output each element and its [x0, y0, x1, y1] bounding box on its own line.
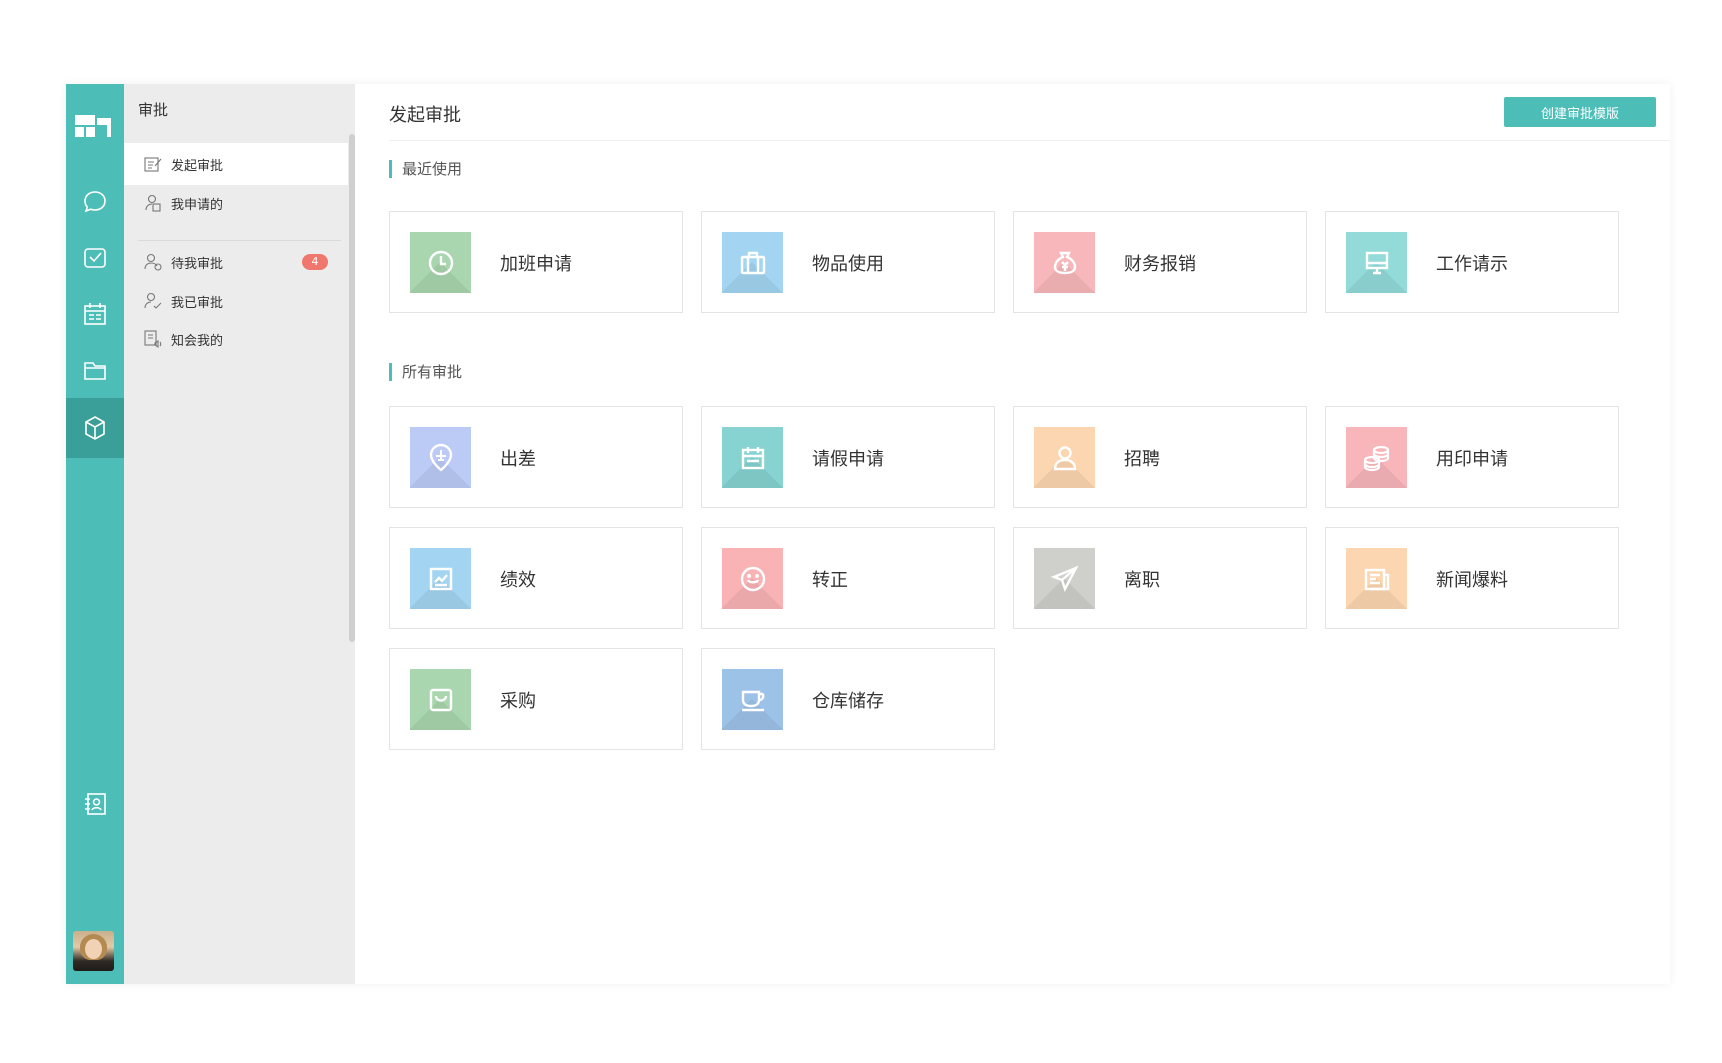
sidebar-item-pending[interactable]: 待我审批 4 — [124, 241, 348, 283]
icon-rail — [66, 84, 124, 984]
card-label: 工作请示 — [1436, 254, 1508, 275]
cup-icon — [722, 669, 783, 730]
create-template-button[interactable]: 创建审批模版 — [1504, 97, 1656, 127]
rail-files[interactable] — [66, 340, 124, 400]
edit-form-icon — [144, 157, 162, 172]
header-divider — [389, 140, 1670, 141]
sidebar-title: 审批 — [138, 101, 169, 119]
card-label: 采购 — [500, 691, 536, 712]
card-label: 离职 — [1124, 570, 1160, 591]
clock-icon — [410, 232, 471, 293]
card-label: 用印申请 — [1436, 449, 1508, 470]
paper-plane-icon — [1034, 548, 1095, 609]
calendar-icon — [84, 303, 106, 325]
section-recent-label: 最近使用 — [389, 160, 462, 178]
all-card-resign[interactable]: 离职 — [1013, 527, 1307, 629]
user-check-icon — [144, 292, 162, 309]
page-title: 发起审批 — [389, 105, 461, 126]
sidebar-item-label: 发起审批 — [171, 158, 224, 174]
section-all-label: 所有审批 — [389, 363, 462, 381]
card-label: 仓库储存 — [812, 691, 884, 712]
recent-card-work-request[interactable]: 工作请示 — [1325, 211, 1619, 313]
recent-card-reimburse[interactable]: 财务报销 — [1013, 211, 1307, 313]
card-label: 招聘 — [1124, 449, 1160, 470]
user-doc-icon — [145, 194, 161, 212]
all-card-leave[interactable]: 请假申请 — [701, 406, 995, 508]
sidebar-item-label: 我已审批 — [171, 295, 224, 311]
newspaper-icon — [1346, 548, 1407, 609]
sidebar-item-label: 知会我的 — [171, 333, 224, 349]
all-card-regularize[interactable]: 转正 — [701, 527, 995, 629]
sidebar-item-approved[interactable]: 我已审批 — [124, 280, 348, 322]
card-label: 绩效 — [500, 570, 536, 591]
card-label: 物品使用 — [812, 254, 884, 275]
money-bag-icon — [1034, 232, 1095, 293]
briefcase-icon — [722, 232, 783, 293]
doc-speaker-icon — [144, 330, 162, 349]
recent-card-item-use[interactable]: 物品使用 — [701, 211, 995, 313]
rail-messages[interactable] — [66, 172, 124, 232]
all-card-warehouse[interactable]: 仓库储存 — [701, 648, 995, 750]
cube-icon — [85, 416, 105, 440]
sidebar-item-initiate[interactable]: 发起审批 — [124, 143, 348, 185]
main-content: 发起审批 创建审批模版 最近使用 所有审批 加班申请 物品使用 财务报销 工作请… — [355, 84, 1670, 984]
card-label: 请假申请 — [812, 449, 884, 470]
user-avatar[interactable] — [73, 931, 114, 971]
folder-icon — [84, 362, 106, 380]
all-card-business-trip[interactable]: 出差 — [389, 406, 683, 508]
all-card-seal[interactable]: 用印申请 — [1325, 406, 1619, 508]
coins-icon — [1346, 427, 1407, 488]
check-shield-icon — [84, 248, 106, 268]
rail-calendar[interactable] — [66, 284, 124, 344]
recent-card-overtime[interactable]: 加班申请 — [389, 211, 683, 313]
chart-icon — [410, 548, 471, 609]
monitor-icon — [1346, 232, 1407, 293]
rail-contacts[interactable] — [66, 774, 124, 834]
contacts-icon — [85, 793, 106, 815]
calendar-icon — [722, 427, 783, 488]
approval-sidebar: 审批 发起审批 我申请的 待我审批 4 我已审批 知会我的 — [124, 84, 355, 984]
app-logo-icon — [75, 115, 111, 139]
plane-pin-icon — [410, 427, 471, 488]
all-card-purchase[interactable]: 采购 — [389, 648, 683, 750]
pending-count-badge: 4 — [302, 254, 328, 270]
card-label: 新闻爆料 — [1436, 570, 1508, 591]
sidebar-item-label: 待我审批 — [171, 256, 224, 272]
card-label: 财务报销 — [1124, 254, 1196, 275]
card-label: 转正 — [812, 570, 848, 591]
all-card-recruit[interactable]: 招聘 — [1013, 406, 1307, 508]
rail-tasks[interactable] — [66, 228, 124, 288]
chat-bubble-icon — [84, 191, 106, 213]
smile-icon — [722, 548, 783, 609]
sidebar-item-cc[interactable]: 知会我的 — [124, 318, 348, 360]
rail-approval[interactable] — [66, 398, 124, 458]
sidebar-item-label: 我申请的 — [171, 197, 224, 213]
all-card-performance[interactable]: 绩效 — [389, 527, 683, 629]
app-window: 审批 发起审批 我申请的 待我审批 4 我已审批 知会我的 发起审批 创建审批模… — [66, 84, 1670, 984]
user-pending-icon — [144, 253, 162, 271]
person-icon — [1034, 427, 1095, 488]
card-label: 出差 — [500, 449, 536, 470]
card-label: 加班申请 — [500, 254, 572, 275]
shopping-bag-icon — [410, 669, 471, 730]
sidebar-item-my-requests[interactable]: 我申请的 — [124, 182, 348, 224]
all-card-news-tip[interactable]: 新闻爆料 — [1325, 527, 1619, 629]
